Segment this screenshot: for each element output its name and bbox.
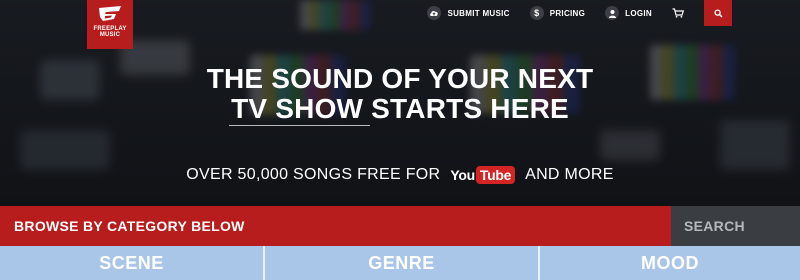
tab-genre[interactable]: GENRE [265, 246, 540, 280]
tab-scene[interactable]: SCENE [0, 246, 265, 280]
search-input[interactable]: SEARCH [671, 206, 800, 246]
submit-music-label: SUBMIT MUSIC [447, 8, 510, 18]
browse-category-bar: BROWSE BY CATEGORY BELOW [0, 206, 671, 246]
headline-line-2: TV SHOW STARTS HERE [231, 93, 569, 124]
category-tabs: SCENE GENRE MOOD [0, 246, 800, 280]
login-label: LOGIN [625, 8, 652, 18]
cart-icon[interactable] [672, 8, 684, 18]
dollar-icon: $ [529, 6, 544, 20]
logo-mark-icon [99, 6, 121, 21]
cloud-upload-icon [427, 6, 442, 20]
search-placeholder: SEARCH [684, 218, 745, 234]
hero-headline: THE SOUND OF YOUR NEXT TV SHOW STARTS HE… [0, 64, 800, 124]
user-icon [605, 6, 620, 20]
search-button[interactable] [704, 0, 732, 26]
headline-line-1: THE SOUND OF YOUR NEXT [206, 63, 594, 94]
freeplay-logo[interactable]: FREEPLAY MUSIC [87, 0, 133, 49]
hero-banner: FREEPLAY MUSIC SUBMIT MUSIC $ PRICING LO… [0, 0, 800, 206]
hero-tagline: OVER 50,000 SONGS FREE FOR You Tube AND … [0, 166, 800, 184]
headline-divider [229, 125, 370, 126]
tagline-text-before: OVER 50,000 SONGS FREE FOR [186, 166, 441, 183]
login-link[interactable]: LOGIN [605, 6, 652, 20]
submit-music-link[interactable]: SUBMIT MUSIC [427, 6, 509, 20]
youtube-logo: You Tube [450, 166, 516, 184]
pricing-link[interactable]: $ PRICING [529, 6, 586, 20]
browse-category-label: BROWSE BY CATEGORY BELOW [14, 218, 245, 234]
youtube-logo-you: You [450, 167, 475, 183]
pricing-label: PRICING [549, 8, 586, 18]
logo-text-line2: MUSIC [99, 32, 121, 38]
tab-mood[interactable]: MOOD [540, 246, 800, 280]
tagline-text-after: AND MORE [525, 166, 614, 183]
youtube-logo-tube: Tube [475, 166, 516, 184]
search-icon [713, 8, 723, 18]
top-navigation: SUBMIT MUSIC $ PRICING LOGIN [427, 0, 800, 26]
